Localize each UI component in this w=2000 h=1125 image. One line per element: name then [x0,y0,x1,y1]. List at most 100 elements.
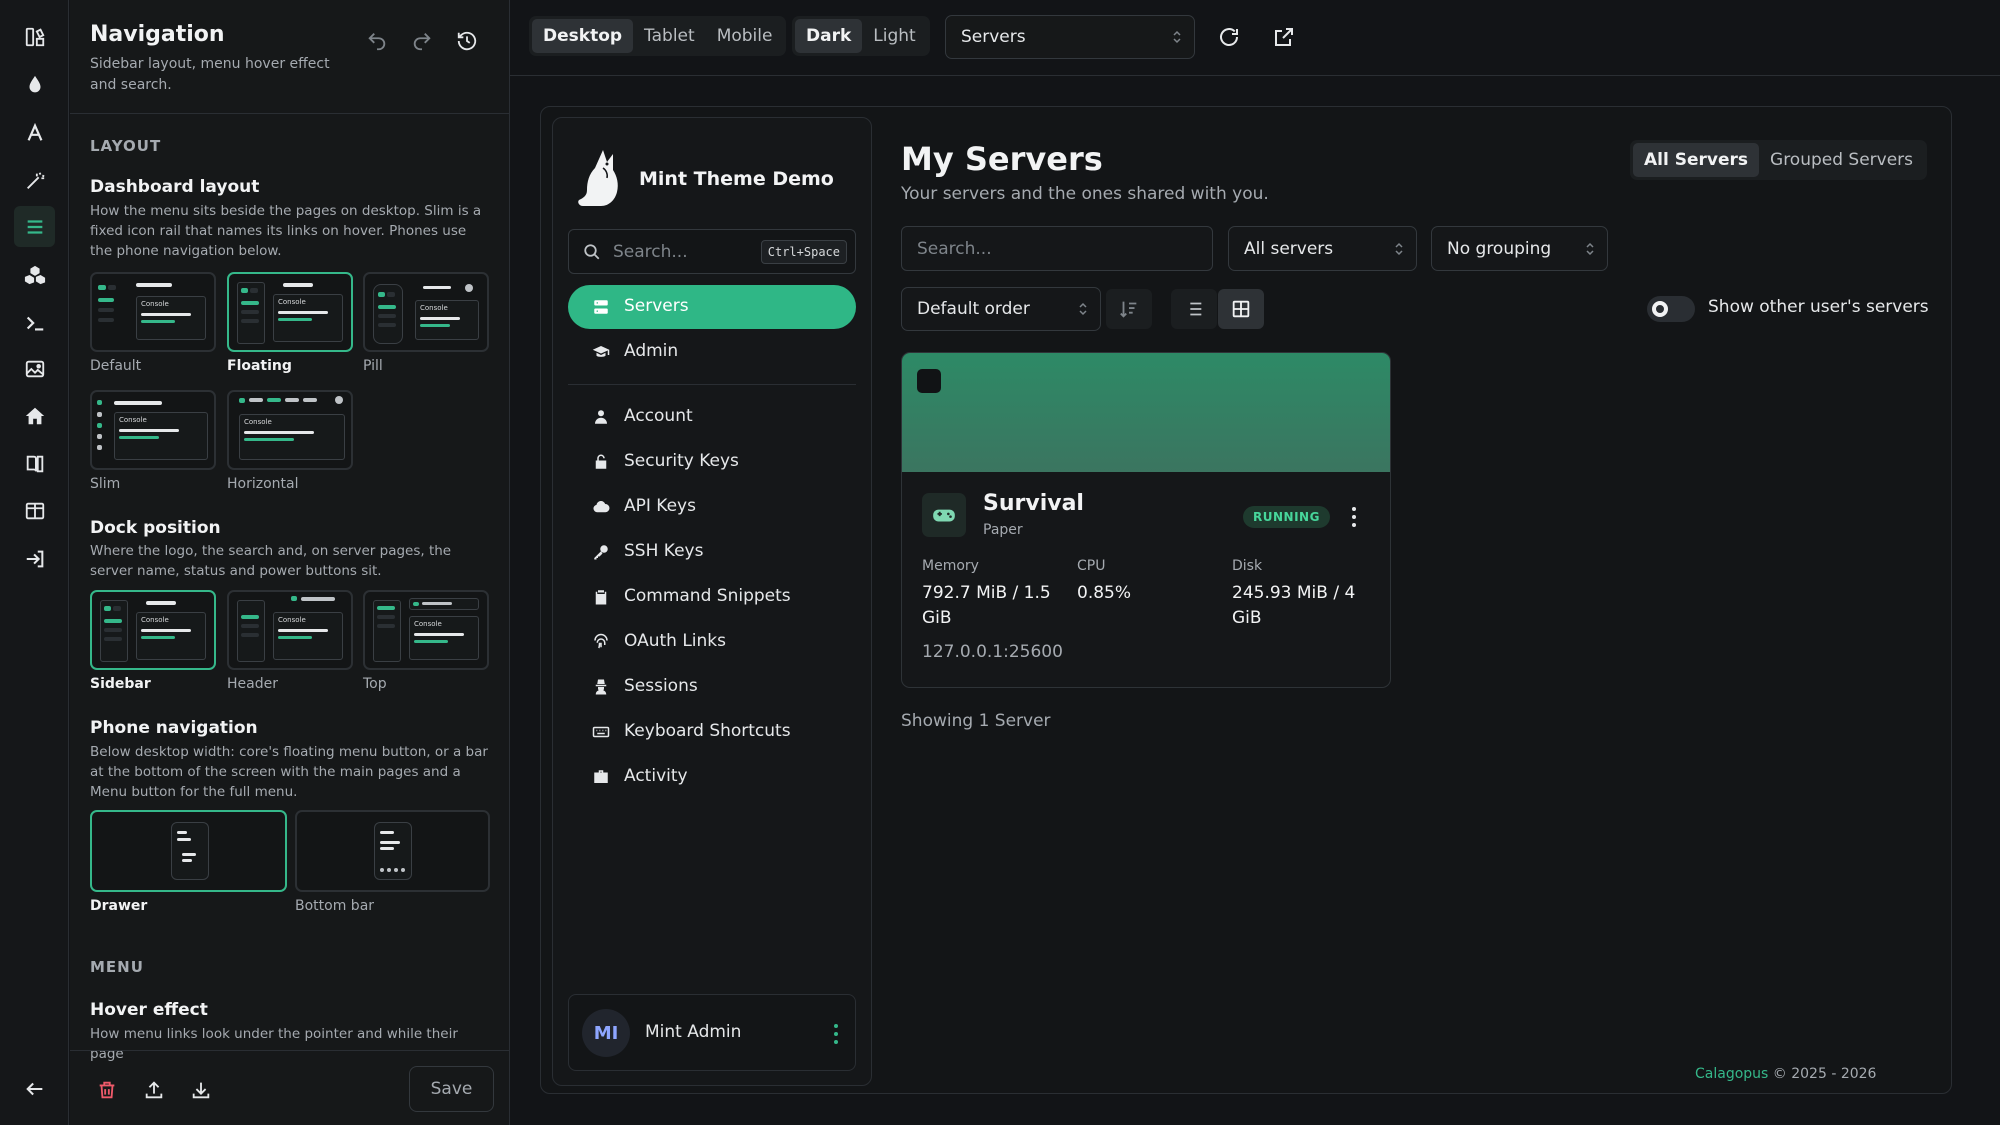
device-switcher: Desktop Tablet Mobile [529,16,787,56]
page-select[interactable]: Servers [945,15,1195,59]
image-icon[interactable] [14,348,55,389]
user-card[interactable]: MI Mint Admin [568,994,856,1071]
cubes-icon[interactable] [14,254,55,295]
sidebar-item-api-keys[interactable]: API Keys [568,485,856,529]
undo-icon[interactable] [362,26,392,56]
columns-icon[interactable] [14,490,55,531]
tab-all-servers[interactable]: All Servers [1633,143,1760,177]
back-arrow-icon[interactable] [14,1068,55,1109]
hover-effect-title: Hover effect [90,1000,208,1020]
sign-in-icon[interactable] [14,538,55,579]
device-mobile-button[interactable]: Mobile [706,19,784,53]
sidebar-search[interactable]: Search... Ctrl+Space [568,229,856,274]
list-view-button[interactable] [1171,289,1217,329]
disk-label: Disk [1232,558,1263,574]
list-icon [1190,302,1202,316]
history-icon[interactable] [452,26,482,56]
dock-option-top-label: Top [363,676,387,692]
drop-icon[interactable] [14,64,55,105]
dock-option-sidebar[interactable]: Console [90,590,216,670]
view-tabs: All Servers Grouped Servers [1630,140,1928,180]
grid-view-button[interactable] [1218,289,1264,329]
graduation-cap-icon [591,342,611,362]
lock-icon [591,452,611,472]
theme-dark-button[interactable]: Dark [795,19,863,53]
server-card-banner [902,353,1390,472]
sidebar-item-ssh-keys[interactable]: SSH Keys [568,530,856,574]
redo-icon[interactable] [407,26,437,56]
chevron-updown-icon [1586,242,1594,255]
panel-footer: Save [70,1050,509,1125]
typography-icon[interactable] [14,112,55,153]
download-icon[interactable] [188,1077,214,1103]
sidebar-item-command-snippets[interactable]: Command Snippets [568,575,856,619]
sort-order-select[interactable]: Default order [901,287,1101,331]
home-icon[interactable] [14,395,55,436]
tab-grouped-servers[interactable]: Grouped Servers [1759,143,1924,177]
dashboard-icon[interactable] [14,16,55,57]
server-search-input[interactable]: Search... [901,226,1213,271]
layout-option-default[interactable]: Console [90,272,216,352]
server-address: 127.0.0.1:25600 [922,642,1063,662]
show-others-toggle[interactable] [1647,296,1695,322]
server-select-checkbox[interactable] [917,369,941,393]
layout-option-horizontal[interactable]: Console [227,390,353,470]
layout-option-pill[interactable]: Console [363,272,489,352]
sidebar-item-admin[interactable]: Admin [568,330,856,374]
sort-order-value: Default order [917,299,1030,319]
kebab-menu-icon[interactable] [1351,506,1357,528]
sidebar-item-label: Security Keys [624,451,739,471]
cpu-label: CPU [1077,558,1106,574]
sidebar-item-keyboard-shortcuts[interactable]: Keyboard Shortcuts [568,710,856,754]
phone-option-bottom-bar-label: Bottom bar [295,898,375,914]
server-card[interactable]: Survival Paper RUNNING Memory 792.7 MiB … [901,352,1391,688]
sidebar-item-activity[interactable]: Activity [568,755,856,799]
footer-link[interactable]: Calagopus [1695,1066,1768,1082]
dock-option-header[interactable]: Console [227,590,353,670]
search-icon [584,244,600,260]
sidebar-item-security-keys[interactable]: Security Keys [568,440,856,484]
menu-icon[interactable] [14,206,55,247]
key-icon [591,542,611,562]
kebab-menu-icon[interactable] [833,1023,839,1045]
book-icon[interactable] [14,443,55,484]
upload-icon[interactable] [141,1077,167,1103]
sidebar-item-label: Sessions [624,676,698,696]
external-link-icon[interactable] [1269,22,1299,52]
fox-logo-icon [578,150,618,206]
refresh-icon[interactable] [1214,22,1244,52]
phone-option-bottom-bar[interactable] [295,810,490,892]
memory-label: Memory [922,558,979,574]
sidebar-search-placeholder: Search... [613,242,688,262]
gamepad-icon [922,493,966,537]
sidebar-item-servers[interactable]: Servers [568,285,856,329]
trash-icon[interactable] [94,1077,120,1103]
sidebar-item-label: Activity [624,766,688,786]
grouping-value: No grouping [1447,238,1552,259]
layout-option-slim[interactable]: Console [90,390,216,470]
theme-light-button[interactable]: Light [862,19,926,53]
sidebar-item-account[interactable]: Account [568,395,856,439]
grouping-select[interactable]: No grouping [1431,226,1608,271]
sidebar-item-label: Account [624,406,693,426]
phone-navigation-desc: Below desktop width: core's floating men… [90,744,488,800]
sidebar-item-sessions[interactable]: Sessions [568,665,856,709]
menu-section-label: MENU [90,958,144,976]
phone-navigation-title: Phone navigation [90,718,258,738]
magic-wand-icon[interactable] [14,160,55,201]
save-button[interactable]: Save [409,1066,494,1112]
sort-direction-button[interactable] [1106,289,1152,329]
layout-option-floating[interactable]: Console [227,272,353,352]
sidebar-item-label: Keyboard Shortcuts [624,721,791,741]
terminal-icon[interactable] [14,302,55,343]
status-badge: RUNNING [1243,506,1330,528]
device-desktop-button[interactable]: Desktop [532,19,634,53]
device-tablet-button[interactable]: Tablet [633,19,706,53]
footer-copyright: © 2025 - 2026 [1772,1066,1877,1082]
server-filter-select[interactable]: All servers [1228,226,1417,271]
phone-option-drawer[interactable] [90,810,287,892]
sidebar-item-oauth-links[interactable]: OAuth Links [568,620,856,664]
dock-option-top[interactable]: Console [363,590,489,670]
chevron-updown-icon [1079,302,1087,316]
sidebar-item-label: Command Snippets [624,586,791,606]
